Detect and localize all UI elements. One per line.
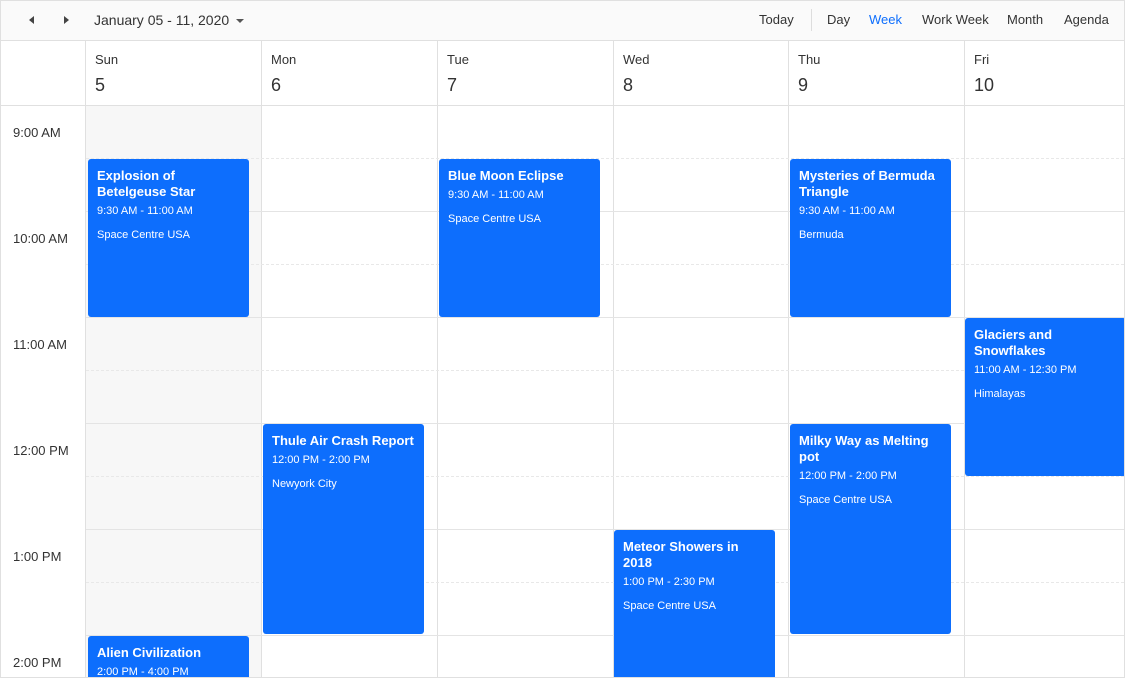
event-card[interactable]: Alien Civilization 2:00 PM - 4:00 PM (88, 636, 249, 678)
event-title: Milky Way as Melting pot (799, 433, 929, 464)
event-title: Thule Air Crash Report (272, 433, 414, 448)
day-number: 8 (623, 75, 634, 95)
view-week-button[interactable]: Week (869, 12, 902, 27)
event-title: Mysteries of Bermuda Triangle (799, 168, 935, 199)
day-name: Sun (95, 52, 119, 67)
time-label: 2:00 PM (13, 655, 62, 670)
view-work-week-button[interactable]: Work Week (922, 12, 989, 27)
event-title: Blue Moon Eclipse (448, 168, 564, 183)
day-header-tue[interactable]: Tue 7 (438, 41, 614, 105)
date-range-picker[interactable]: January 05 - 11, 2020 (94, 12, 245, 29)
event-location: Space Centre USA (97, 229, 190, 241)
view-day-button[interactable]: Day (827, 12, 850, 27)
day-name: Fri (974, 52, 990, 67)
view-agenda-button[interactable]: Agenda (1064, 12, 1109, 27)
time-label: 1:00 PM (13, 549, 62, 564)
event-card[interactable]: Mysteries of Bermuda Triangle 9:30 AM - … (790, 159, 951, 317)
event-time: 12:00 PM - 2:00 PM (799, 470, 897, 482)
day-name: Tue (447, 52, 469, 67)
time-label: 11:00 AM (13, 337, 67, 352)
time-label: 9:00 AM (13, 125, 61, 140)
event-time: 9:30 AM - 11:00 AM (97, 205, 193, 217)
toolbar-divider (811, 9, 812, 31)
event-title: Alien Civilization (97, 645, 202, 660)
hour-line (86, 529, 1124, 530)
day-name: Wed (623, 52, 650, 67)
event-location: Space Centre USA (448, 213, 541, 225)
header-corner (1, 41, 86, 105)
scheduler: January 05 - 11, 2020 Today Day Week Wor… (0, 0, 1125, 678)
event-card[interactable]: Meteor Showers in 2018 1:00 PM - 2:30 PM… (614, 530, 775, 677)
day-number: 5 (95, 75, 106, 95)
day-name: Thu (798, 52, 821, 67)
event-card[interactable]: Explosion of Betelgeuse Star 9:30 AM - 1… (88, 159, 249, 317)
event-location: Space Centre USA (623, 600, 716, 612)
event-card[interactable]: Thule Air Crash Report 12:00 PM - 2:00 P… (263, 424, 424, 634)
day-header-mon[interactable]: Mon 6 (262, 41, 438, 105)
day-name: Mon (271, 52, 297, 67)
time-label: 10:00 AM (13, 231, 68, 246)
event-time: 11:00 AM - 12:30 PM (974, 364, 1077, 376)
day-number: 7 (447, 75, 458, 95)
event-card[interactable]: Milky Way as Melting pot 12:00 PM - 2:00… (790, 424, 951, 634)
event-location: Himalayas (974, 388, 1026, 400)
date-range-label: January 05 - 11, 2020 (94, 12, 230, 28)
time-column: 9:00 AM 10:00 AM 11:00 AM 12:00 PM 1:00 … (1, 106, 86, 677)
event-card[interactable]: Blue Moon Eclipse 9:30 AM - 11:00 AM Spa… (439, 159, 600, 317)
day-number: 10 (974, 75, 995, 95)
week-header: Sun 5 Mon 6 Tue 7 Wed 8 Thu 9 Fri 10 (1, 41, 1124, 106)
event-title: Explosion of Betelgeuse Star (97, 168, 196, 199)
event-card[interactable]: Glaciers and Snowflakes 11:00 AM - 12:30… (965, 318, 1124, 476)
event-time: 9:30 AM - 11:00 AM (799, 205, 895, 217)
event-time: 2:00 PM - 4:00 PM (97, 666, 189, 678)
previous-arrow-icon[interactable] (23, 11, 41, 29)
event-title: Meteor Showers in 2018 (623, 539, 739, 570)
day-number: 6 (271, 75, 282, 95)
event-time: 9:30 AM - 11:00 AM (448, 189, 544, 201)
day-header-fri[interactable]: Fri 10 (965, 41, 1124, 105)
half-hour-line (86, 476, 1124, 477)
day-header-wed[interactable]: Wed 8 (614, 41, 789, 105)
event-location: Space Centre USA (799, 494, 892, 506)
day-number: 9 (798, 75, 809, 95)
event-location: Newyork City (272, 478, 337, 490)
event-time: 12:00 PM - 2:00 PM (272, 454, 370, 466)
next-arrow-icon[interactable] (57, 11, 75, 29)
day-header-sun[interactable]: Sun 5 (86, 41, 262, 105)
today-button[interactable]: Today (759, 12, 794, 27)
half-hour-line (86, 582, 1124, 583)
toolbar: January 05 - 11, 2020 Today Day Week Wor… (1, 1, 1124, 41)
caret-down-icon (235, 13, 245, 29)
day-header-thu[interactable]: Thu 9 (789, 41, 965, 105)
time-grid: 9:00 AM 10:00 AM 11:00 AM 12:00 PM 1:00 … (1, 106, 1124, 678)
event-time: 1:00 PM - 2:30 PM (623, 576, 715, 588)
view-month-button[interactable]: Month (1007, 12, 1043, 27)
time-label: 12:00 PM (13, 443, 69, 458)
event-title: Glaciers and Snowflakes (974, 327, 1053, 358)
event-location: Bermuda (799, 229, 844, 241)
